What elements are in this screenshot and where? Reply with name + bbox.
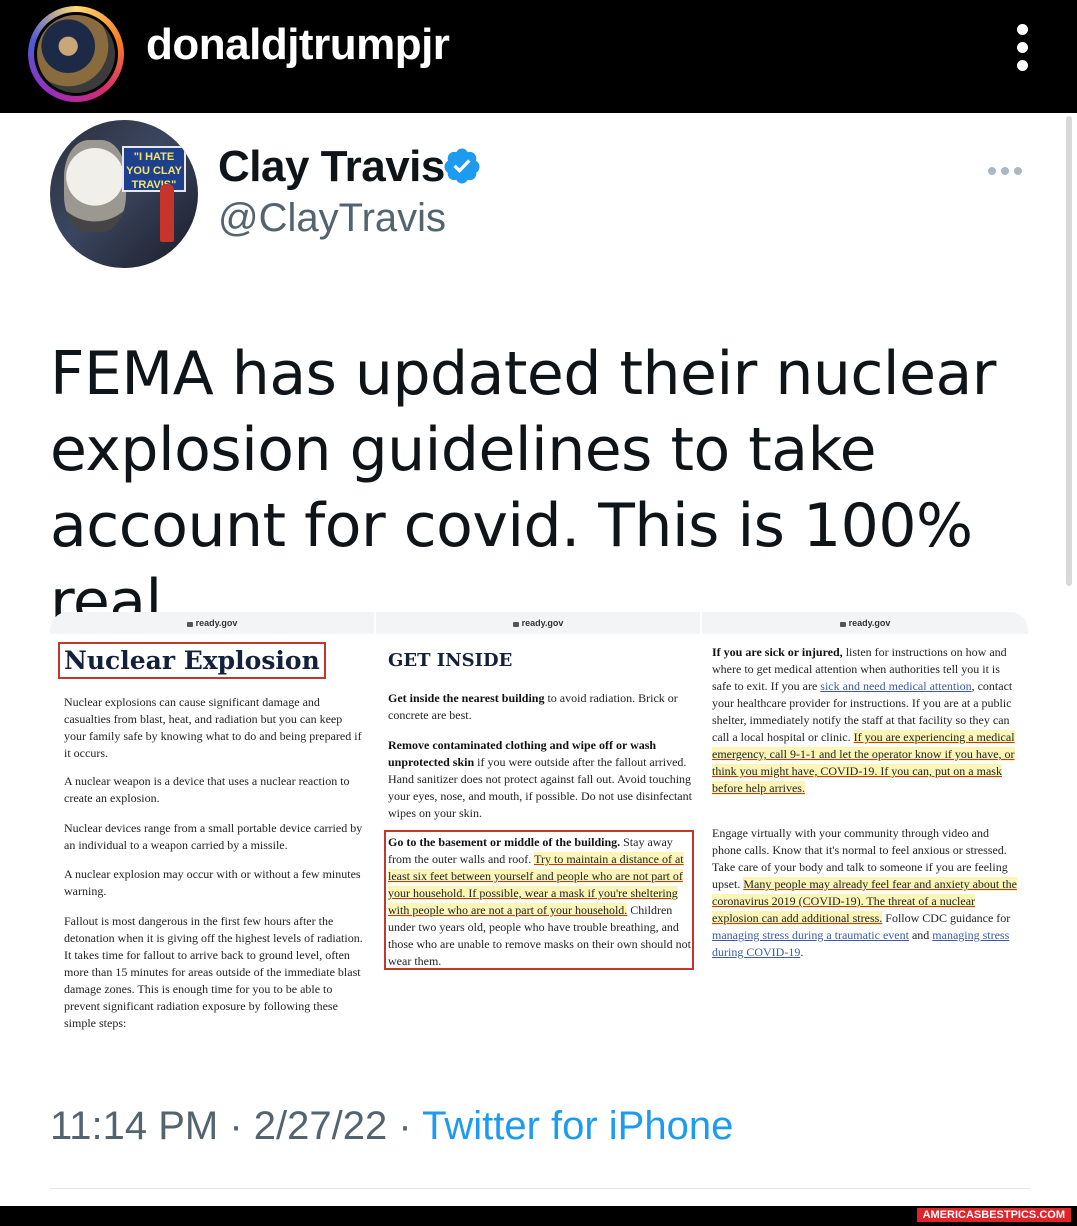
url-bar: ready.gov [376, 612, 700, 634]
story-ring[interactable] [28, 6, 124, 102]
paragraph: A nuclear weapon is a device that uses a… [64, 774, 350, 805]
url-bar: ready.gov [702, 612, 1028, 634]
profile-avatar[interactable] [34, 12, 118, 96]
vertical-ellipsis-icon[interactable] [1008, 24, 1036, 76]
tweet-text: FEMA has updated their nuclear explosion… [50, 339, 996, 637]
ready-gov-panel-1: ready.gov Nuclear Explosion Nuclear expl… [50, 612, 374, 1048]
instruction-step: Remove contaminated clothing and wipe of… [388, 737, 692, 822]
scrollbar[interactable] [1066, 116, 1072, 586]
url-label: ready.gov [195, 618, 238, 628]
avatar-figure [160, 184, 174, 242]
tweet-avatar[interactable]: "I HATE YOU CLAY TRAVIS" [50, 120, 198, 268]
panel-title: Nuclear Explosion [58, 642, 326, 679]
ready-gov-panel-2: ready.gov GET INSIDE Get inside the near… [376, 612, 700, 1048]
highlighted-box: Go to the basement or middle of the buil… [384, 830, 694, 970]
ready-gov-panel-3: ready.gov If you are sick or injured, li… [702, 612, 1028, 1048]
separator: · [218, 1104, 254, 1148]
tweet-date[interactable]: 2/27/22 [254, 1104, 387, 1148]
url-label: ready.gov [521, 618, 564, 628]
url-bar: ready.gov [50, 612, 374, 634]
step-bold: If you are sick or injured, [712, 645, 843, 659]
paragraph: Nuclear devices range from a small porta… [64, 821, 363, 852]
instruction-step: Engage virtually with your community thr… [712, 825, 1020, 961]
link-sick-attention[interactable]: sick and need medical attention [820, 679, 971, 693]
step-bold: Get inside the nearest building [388, 691, 545, 705]
paragraph: Fallout is most dangerous in the first f… [64, 914, 363, 1030]
lock-icon [512, 622, 519, 627]
watermark: AMERICASBESTPICS.COM [916, 1208, 1071, 1222]
url-label: ready.gov [848, 618, 891, 628]
tweet-more-icon[interactable] [988, 162, 1028, 175]
tweet-handle[interactable]: @ClayTravis [218, 196, 446, 241]
tweet-source[interactable]: Twitter for iPhone [422, 1104, 733, 1148]
step-bold: Go to the basement or middle of the buil… [388, 835, 621, 849]
instagram-username[interactable]: donaldjtrumpjr [146, 20, 450, 70]
lock-icon [186, 622, 193, 627]
instruction-step: If you are sick or injured, listen for i… [712, 644, 1020, 797]
footer-bar [0, 1206, 1077, 1226]
divider [50, 1188, 1030, 1189]
tweet-timestamp: 11:14 PM · 2/27/22 · Twitter for iPhone [50, 1104, 733, 1149]
paragraph: Nuclear explosions can cause significant… [64, 695, 362, 760]
paragraph: A nuclear explosion may occur with or wi… [64, 867, 361, 898]
avatar-face [64, 140, 126, 232]
tweet-media-image[interactable]: ready.gov Nuclear Explosion Nuclear expl… [50, 612, 1028, 1048]
avatar-sign: "I HATE YOU CLAY TRAVIS" [122, 146, 186, 192]
step-text: Follow CDC guidance for [882, 911, 1011, 925]
step-text: and [908, 928, 933, 942]
instagram-header: donaldjtrumpjr [0, 0, 1077, 113]
instruction-step: Go to the basement or middle of the buil… [388, 834, 692, 970]
step-text: . [800, 945, 804, 959]
separator: · [387, 1104, 423, 1148]
tweet-time[interactable]: 11:14 PM [50, 1104, 218, 1148]
link-stress-traumatic-event[interactable]: managing stress during a traumatic event [712, 928, 909, 942]
instruction-step: Get inside the nearest building to avoid… [388, 690, 692, 724]
tweet-display-name[interactable]: Clay Travis [218, 142, 445, 192]
section-heading: GET INSIDE [388, 650, 513, 671]
lock-icon [839, 622, 846, 627]
verified-badge-icon [444, 148, 480, 184]
